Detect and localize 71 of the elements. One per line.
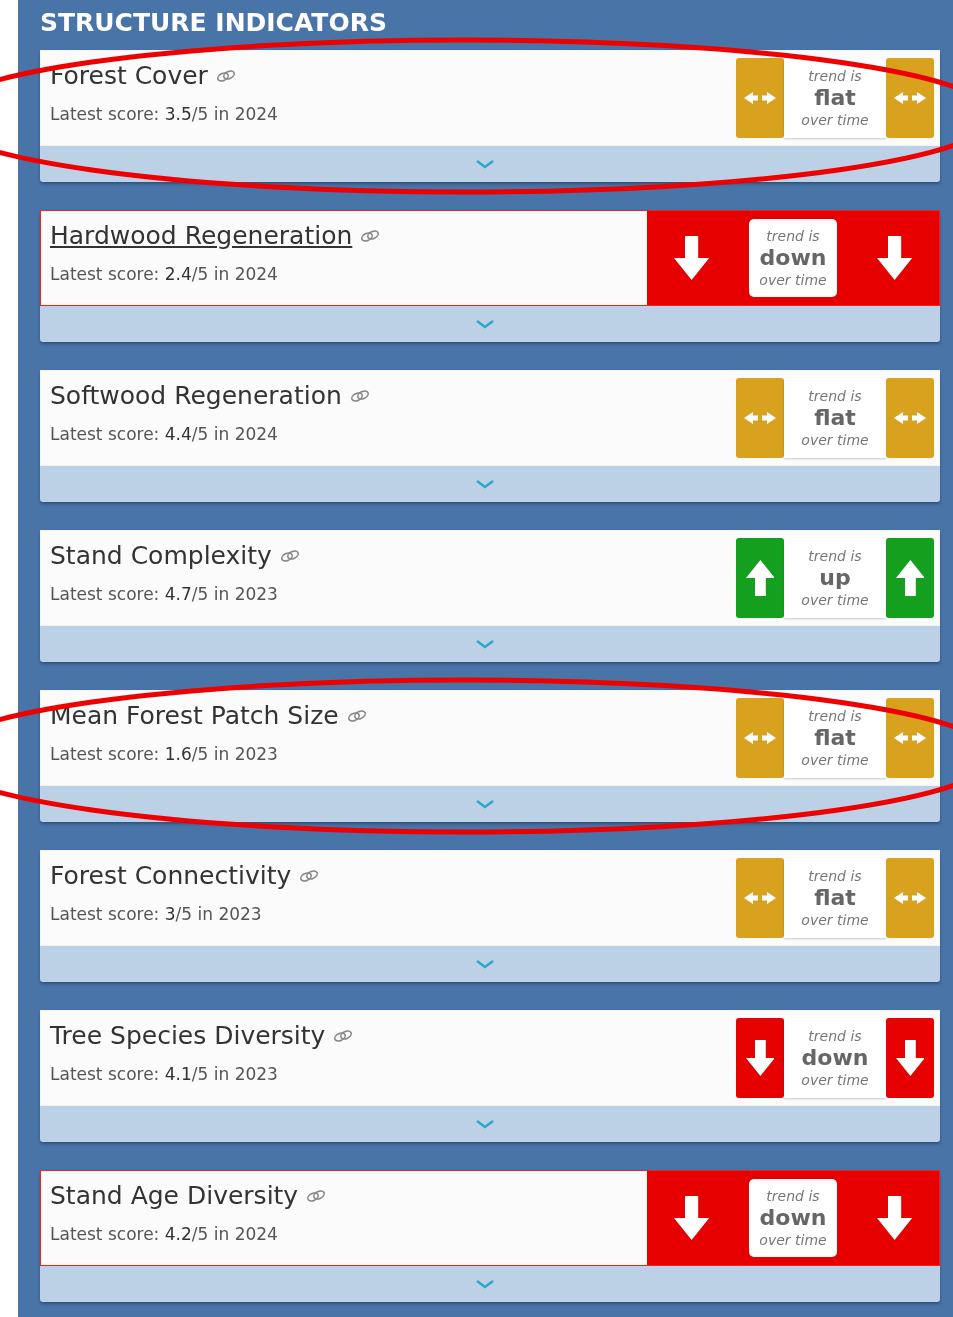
trend-caption: over time [801,1071,869,1089]
latest-score: Latest score: 4.7/5 in 2023 [50,584,279,604]
trend-caption: trend is [808,1027,862,1045]
link-icon[interactable] [299,869,320,882]
double-arrow-icon [744,411,776,425]
indicator-title[interactable]: Stand Complexity [50,541,272,570]
link-icon[interactable] [346,709,367,722]
indicator-title[interactable]: Tree Species Diversity [50,1021,326,1050]
link-icon[interactable] [360,229,381,242]
link-icon[interactable] [306,1189,327,1202]
indicator-title[interactable]: Forest Connectivity [50,861,292,890]
link-icon[interactable] [349,389,370,402]
trend-word: down [759,245,827,271]
indicator-title[interactable]: Stand Age Diversity [50,1181,299,1210]
trend-caption: over time [801,591,869,609]
down-arrow-icon [895,1040,925,1076]
chevron-down-icon[interactable] [476,319,494,329]
trend-word: flat [814,85,856,111]
chevron-down-icon[interactable] [476,1119,494,1129]
double-arrow-icon [744,91,776,105]
latest-score: Latest score: 4.4/5 in 2024 [50,424,279,444]
link-icon[interactable] [215,69,236,82]
trend-caption: over time [759,1231,827,1249]
down-arrow-icon [745,1040,775,1076]
down-arrow-icon [877,1196,913,1240]
latest-score: Latest score: 2.4/5 in 2024 [50,264,279,284]
trend-word: down [801,1045,869,1071]
down-arrow-icon [877,236,913,280]
double-arrow-icon [894,731,926,745]
up-arrow-icon [745,560,775,596]
chevron-down-icon[interactable] [476,639,494,649]
trend-caption: trend is [766,227,820,245]
trend-caption: over time [801,911,869,929]
latest-score: Latest score: 1.6/5 in 2023 [50,744,279,764]
trend-caption: over time [759,271,827,289]
indicator-title[interactable]: Hardwood Regeneration [50,221,353,250]
trend-caption: trend is [766,1187,820,1205]
trend-word: up [819,565,851,591]
link-icon[interactable] [279,549,300,562]
down-arrow-icon [673,236,709,280]
section-title: STRUCTURE INDICATORS [40,7,388,39]
trend-word: flat [814,885,856,911]
double-arrow-icon [894,91,926,105]
chevron-down-icon[interactable] [476,959,494,969]
latest-score: Latest score: 4.2/5 in 2024 [50,1224,279,1244]
trend-word: down [759,1205,827,1231]
chevron-down-icon[interactable] [476,159,494,169]
trend-caption: trend is [808,547,862,565]
chevron-down-icon[interactable] [476,799,494,809]
trend-caption: trend is [808,867,862,885]
trend-caption: trend is [808,67,862,85]
latest-score: Latest score: 3/5 in 2023 [50,904,263,924]
trend-word: flat [814,405,856,431]
chevron-down-icon[interactable] [476,1279,494,1289]
trend-caption: over time [801,431,869,449]
up-arrow-icon [895,560,925,596]
trend-caption: over time [801,751,869,769]
link-icon[interactable] [333,1029,354,1042]
double-arrow-icon [744,731,776,745]
double-arrow-icon [744,891,776,905]
indicator-title[interactable]: Softwood Regeneration [50,381,342,410]
down-arrow-icon [673,1196,709,1240]
trend-caption: trend is [808,387,862,405]
trend-caption: trend is [808,707,862,725]
latest-score: Latest score: 3.5/5 in 2024 [50,104,279,124]
chevron-down-icon[interactable] [476,479,494,489]
latest-score: Latest score: 4.1/5 in 2023 [50,1064,279,1084]
double-arrow-icon [894,891,926,905]
double-arrow-icon [894,411,926,425]
trend-caption: over time [801,111,869,129]
trend-word: flat [814,725,856,751]
